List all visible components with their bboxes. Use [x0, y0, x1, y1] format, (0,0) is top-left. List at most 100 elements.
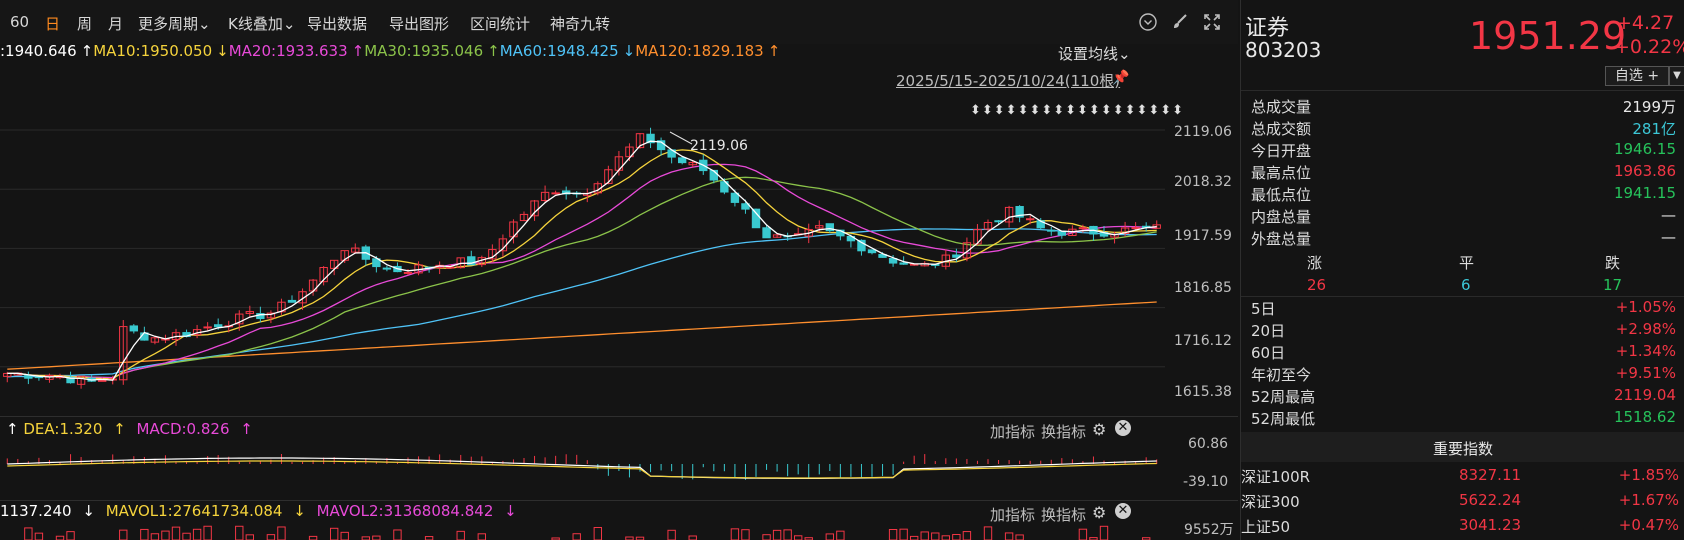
volume-bar — [772, 529, 782, 540]
price-change: +4.27 — [1616, 12, 1675, 34]
volume-bar — [931, 532, 940, 540]
dea-line — [7, 460, 1157, 479]
volume-bar — [941, 535, 951, 540]
up-count-label: 涨 — [1307, 254, 1323, 272]
stat-row: 总成交额 281亿 — [1251, 120, 1676, 138]
ma20-path — [7, 163, 1157, 379]
candlestick-chart[interactable]: ⬍⬍⬍⬍⬍⬍⬍⬍⬍⬍⬍⬍⬍⬍⬍⬍⬍⬍ 2119.06 — [0, 64, 1238, 416]
candle-body — [382, 267, 392, 270]
volume-bar — [277, 526, 286, 540]
volume-bar — [783, 529, 792, 540]
up-count: 26 — [1307, 276, 1327, 294]
add-watchlist-button[interactable]: 自选 + — [1605, 66, 1669, 86]
macd-axis-tick: -39.10 — [1183, 474, 1229, 490]
period-week[interactable]: 周 — [77, 13, 92, 34]
candle-body — [762, 227, 771, 239]
export-data-button[interactable]: 导出数据 — [307, 13, 367, 34]
stat-row: 内盘总量 — — [1251, 206, 1676, 226]
volume-bar — [909, 535, 919, 540]
volume-bar — [329, 527, 339, 540]
security-code: 803203 — [1245, 38, 1322, 62]
more-periods-dropdown[interactable]: 更多周期⌄ — [138, 13, 211, 34]
arrow-up-icon: ↑ — [487, 42, 500, 60]
macd-chart[interactable] — [0, 440, 1238, 500]
signal-arrows: ⬍⬍⬍⬍⬍⬍⬍⬍⬍⬍⬍⬍⬍⬍⬍⬍⬍⬍ — [970, 103, 1184, 118]
arrow-up-icon: ↑ — [240, 420, 253, 438]
candle-body — [287, 299, 297, 303]
indices-title: 重要指数 — [1432, 440, 1493, 458]
period-month[interactable]: 月 — [108, 13, 123, 34]
volume-bar — [730, 528, 740, 540]
candle-body — [1025, 218, 1035, 221]
volume-bar — [741, 529, 750, 540]
ma10-value: MA10:1950.050 — [93, 42, 213, 60]
index-row[interactable]: 深证100R 8327.11 +1.85% — [1241, 466, 1679, 488]
close-icon[interactable]: ✕ — [1115, 420, 1131, 436]
ma5-path — [7, 140, 1157, 381]
arrow-down-icon: ↓ — [82, 502, 95, 520]
export-chart-button[interactable]: 导出图形 — [389, 13, 449, 34]
add-indicator-button[interactable]: 加指标 — [990, 421, 1035, 442]
price-tick: 1615.38 — [1174, 384, 1232, 400]
chevron-down-icon: ⌄ — [198, 15, 211, 33]
stat-row: 最低点位 1941.15 — [1251, 184, 1676, 204]
chevron-down-icon: ⌄ — [282, 15, 296, 33]
ma20-value: MA20:1933.633 — [228, 42, 348, 60]
volume-bar — [24, 527, 33, 540]
candle-body — [1131, 227, 1140, 230]
fullscreen-icon[interactable] — [1202, 12, 1222, 32]
index-row[interactable]: 上证50 3041.23 +0.47% — [1241, 516, 1679, 538]
candle-body — [129, 325, 139, 332]
magic-nine-button[interactable]: 神奇九转 — [550, 13, 610, 34]
volume-bar — [161, 530, 170, 540]
svg-text:⬍⬍⬍⬍⬍⬍⬍⬍⬍⬍⬍⬍⬍⬍⬍⬍⬍⬍: ⬍⬍⬍⬍⬍⬍⬍⬍⬍⬍⬍⬍⬍⬍⬍⬍⬍⬍ — [970, 103, 1184, 118]
volume-chart[interactable] — [0, 522, 1238, 540]
volume-bar — [182, 532, 191, 540]
pane-divider — [0, 500, 1238, 501]
brush-icon[interactable] — [1170, 12, 1190, 32]
ma-legend: :1940.646 ↑MA10:1950.050 ↓MA20:1933.633 ↑MA… — [0, 42, 780, 64]
ma120-value: MA120:1829.183 — [635, 42, 764, 60]
candle-body — [203, 326, 212, 329]
volume-bar — [266, 534, 276, 540]
peak-annotation: 2119.06 — [669, 131, 748, 154]
change-indicator-button[interactable]: 换指标 — [1041, 421, 1086, 442]
period-day[interactable]: 日 — [45, 13, 60, 34]
period-60min[interactable]: 60 — [10, 13, 29, 31]
candle-body — [213, 324, 223, 328]
gear-icon[interactable]: ⚙ — [1092, 420, 1106, 439]
stat-row: 今日开盘 1946.15 — [1251, 140, 1676, 160]
return-row: 52周最低 1518.62 — [1251, 408, 1676, 428]
volume-bar — [952, 533, 961, 540]
return-row: 5日 +1.05% — [1251, 298, 1676, 318]
volume-bar — [55, 535, 65, 540]
interval-stats-button[interactable]: 区间统计 — [470, 13, 530, 34]
gear-icon[interactable]: ⚙ — [1092, 503, 1106, 522]
arrow-up-icon: ↑ — [80, 42, 94, 60]
ma-settings-button[interactable]: 设置均线⌄ — [1058, 43, 1131, 64]
volume-axis-tick: 9552万 — [1184, 522, 1234, 538]
mavol2-value: MAVOL2:31368084.842 — [316, 502, 494, 520]
volume-bar — [888, 528, 898, 540]
candle-body — [1047, 229, 1056, 232]
indices-header: 重要指数 — [1241, 432, 1684, 462]
chevron-down-icon[interactable]: ▼ — [1669, 66, 1684, 86]
kline-overlay-dropdown[interactable]: K线叠加⌄ — [228, 13, 295, 34]
price-tick: 1716.12 — [1174, 333, 1232, 349]
flat-count: 6 — [1461, 276, 1471, 294]
ma10-path — [7, 149, 1157, 380]
volume-bar — [372, 535, 381, 540]
price-tick: 2119.06 — [1174, 124, 1232, 140]
volume-bar — [424, 536, 434, 540]
index-row[interactable]: 深证300 5622.24 +1.67% — [1241, 491, 1679, 513]
candle-body — [867, 249, 877, 254]
volume-bar — [140, 528, 149, 540]
close-icon[interactable]: ✕ — [1115, 503, 1131, 519]
ma60-value: MA60:1948.425 — [499, 42, 619, 60]
flat-count-label: 平 — [1459, 254, 1475, 272]
volume-bar — [245, 534, 255, 540]
volume-bar — [171, 526, 181, 540]
circle-down-icon[interactable] — [1138, 12, 1158, 32]
volume-bar — [393, 529, 402, 540]
volume-bar — [66, 531, 75, 540]
